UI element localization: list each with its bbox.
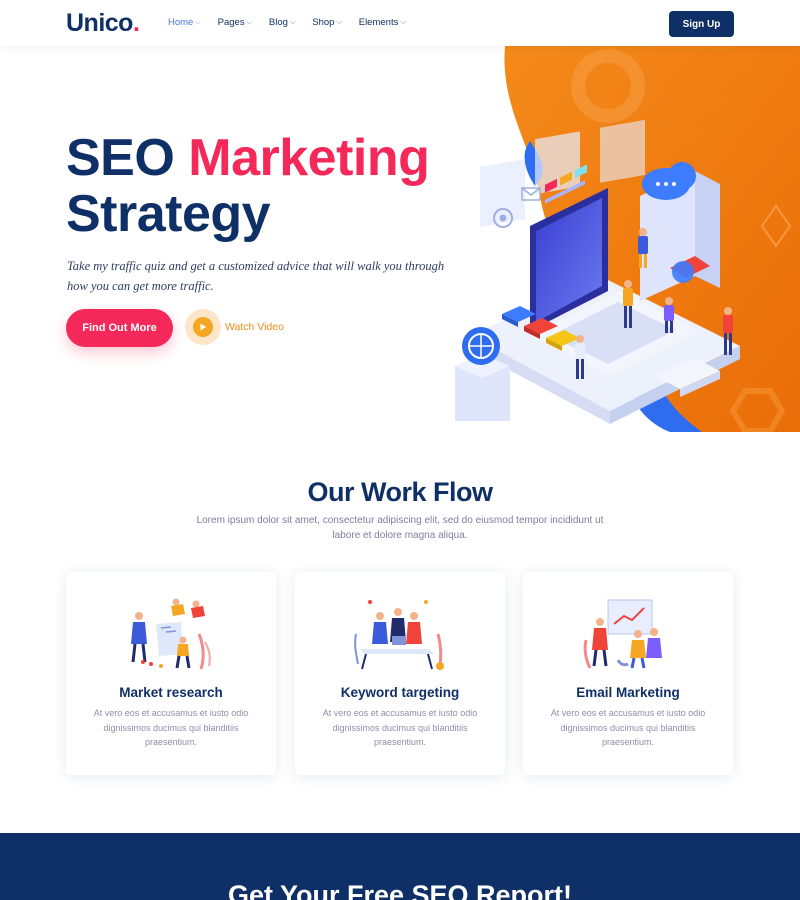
- chevron-down-icon: ⌵: [400, 18, 406, 26]
- find-out-more-button[interactable]: Find Out More: [66, 309, 173, 347]
- site-header: Unico. Home ⌵ Pages ⌵ Blog ⌵ Shop ⌵ Elements…: [0, 0, 800, 46]
- card-text: At vero eos et accusamus et iusto odio d…: [322, 708, 478, 747]
- card-title: Market research: [119, 685, 223, 700]
- hero-title: SEO Marketing Strategy: [66, 129, 430, 243]
- hero-subtitle: Take my traffic quiz and get a customize…: [67, 259, 445, 293]
- logo[interactable]: Unico.: [66, 9, 140, 38]
- chevron-down-icon: ⌵: [195, 18, 201, 26]
- nav-label: Elements: [358, 17, 399, 28]
- card-keyword-targeting[interactable]: Keyword targeting At vero eos et accusam…: [295, 572, 505, 775]
- main-nav: Home ⌵ Pages ⌵ Blog ⌵ Shop ⌵ Elements ⌵: [168, 17, 423, 28]
- nav-label: Shop: [312, 17, 335, 28]
- keyword-targeting-illustration: [354, 600, 444, 670]
- watch-video-label: Watch Video: [225, 321, 284, 333]
- workflow-subtitle: Lorem ipsum dolor sit amet, consectetur …: [196, 515, 604, 541]
- nav-item-home[interactable]: Home ⌵: [168, 17, 201, 28]
- play-button-ring[interactable]: [185, 309, 221, 345]
- play-icon: [193, 317, 213, 337]
- hero-title-accent: Marketing: [188, 129, 430, 187]
- seo-report-title: Get Your Free SEO Report!: [227, 880, 573, 900]
- email-marketing-illustration: [583, 599, 662, 669]
- hero-title-line2: Strategy: [66, 185, 271, 243]
- card-title: Keyword targeting: [340, 685, 460, 700]
- card-title: Email Marketing: [576, 685, 680, 700]
- nav-label: Blog: [268, 17, 288, 28]
- market-research-illustration: [131, 598, 211, 670]
- nav-item-pages[interactable]: Pages ⌵: [218, 17, 252, 28]
- logo-text: Unico: [66, 9, 133, 37]
- hero-title-part1: SEO: [66, 129, 175, 187]
- nav-item-shop[interactable]: Shop ⌵: [312, 17, 342, 28]
- card-email-marketing[interactable]: Email Marketing At vero eos et accusamus…: [523, 572, 733, 775]
- logo-dot: .: [132, 9, 140, 37]
- card-market-research[interactable]: Market research At vero eos et accusamus…: [66, 572, 276, 775]
- nav-label: Pages: [217, 17, 245, 28]
- hero-illustration: [455, 46, 800, 432]
- card-text: At vero eos et accusamus et iusto odio d…: [550, 708, 706, 747]
- chevron-down-icon: ⌵: [289, 18, 296, 26]
- nav-label: Home: [168, 17, 194, 28]
- chevron-down-icon: ⌵: [336, 18, 342, 26]
- globe-icon: [462, 327, 500, 365]
- nav-item-blog[interactable]: Blog ⌵: [269, 17, 295, 28]
- sign-up-button[interactable]: Sign Up: [669, 11, 734, 37]
- chevron-down-icon: ⌵: [246, 18, 252, 26]
- seo-report-section: Get Your Free SEO Report!: [0, 833, 800, 900]
- watch-video-button[interactable]: Watch Video: [185, 309, 284, 345]
- card-text: At vero eos et accusamus et iusto odio d…: [93, 708, 249, 747]
- workflow-title: Our Work Flow: [307, 477, 493, 507]
- nav-item-elements[interactable]: Elements ⌵: [359, 17, 406, 28]
